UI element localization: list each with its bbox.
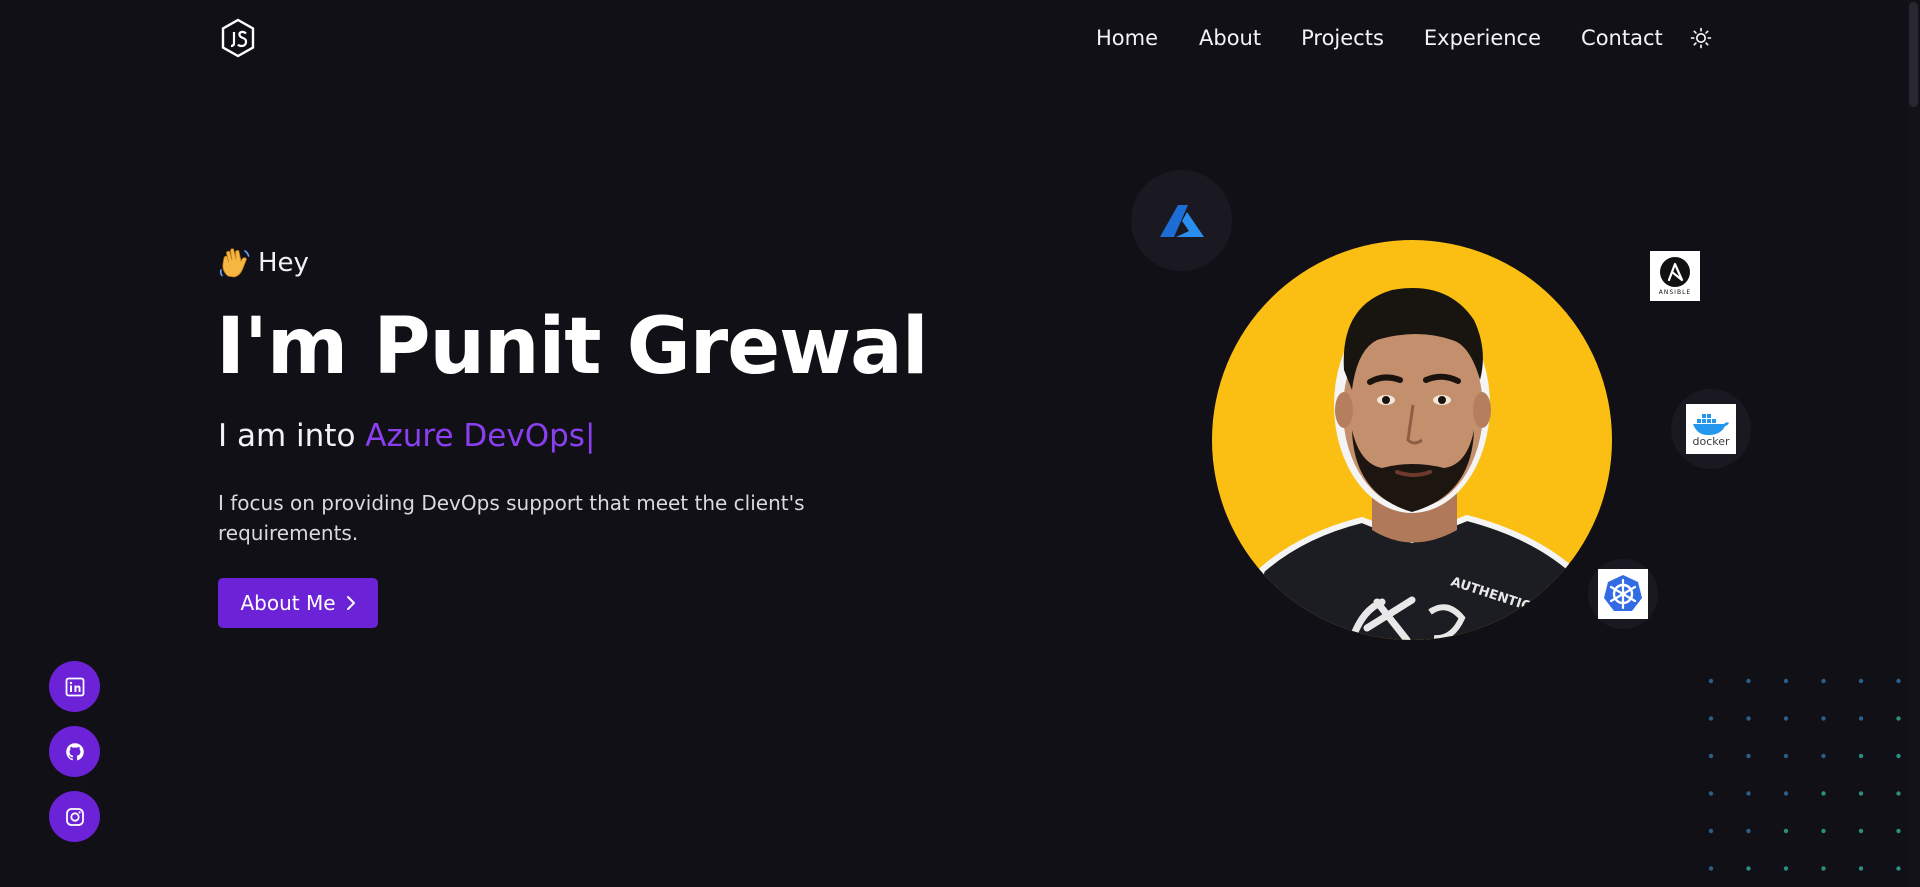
main-nav: Home About Projects Experience Contact (1096, 24, 1663, 52)
nav-home-link[interactable]: Home (1096, 24, 1158, 52)
js-hexagon-logo-icon[interactable] (220, 18, 256, 58)
nav-about-link[interactable]: About (1199, 24, 1261, 52)
greeting: Hey (218, 246, 309, 280)
about-me-button-label: About Me (240, 591, 336, 615)
docker-label: docker (1692, 434, 1730, 448)
ansible-icon (1660, 257, 1690, 287)
role-line: I am into Azure DevOps| (218, 418, 595, 454)
kubernetes-badge (1588, 559, 1658, 629)
azure-badge (1131, 170, 1232, 271)
nav-experience-link[interactable]: Experience (1424, 24, 1541, 52)
ansible-badge: ANSIBLE (1645, 246, 1705, 306)
nav-projects-link[interactable]: Projects (1301, 24, 1384, 52)
hero-description: I focus on providing DevOps support that… (218, 491, 805, 545)
ansible-label: ANSIBLE (1658, 289, 1692, 296)
kubernetes-icon (1604, 575, 1642, 611)
linkedin-button[interactable] (49, 661, 100, 712)
greeting-text: Hey (258, 248, 309, 278)
role-prefix: I am into (218, 418, 356, 454)
typing-cursor: | (584, 418, 596, 454)
waving-hand-icon (219, 248, 250, 278)
role-highlight: Azure DevOps (365, 418, 585, 454)
nav-contact-link[interactable]: Contact (1581, 24, 1663, 52)
scrollbar-thumb[interactable] (1909, 2, 1918, 107)
github-icon (65, 742, 84, 760)
azure-icon (1159, 204, 1204, 237)
chevron-right-icon (346, 596, 355, 610)
docker-icon (1693, 413, 1729, 435)
profile-portrait-illustration: AUTHENTIC SI (1239, 288, 1600, 640)
decorative-dot-grid (1708, 678, 1901, 871)
docker-badge: docker (1671, 389, 1751, 469)
profile-photo: AUTHENTIC SI (1212, 240, 1612, 640)
linkedin-icon (65, 677, 84, 696)
hero-name-heading: I'm Punit Grewal (216, 302, 929, 392)
instagram-icon (65, 807, 84, 826)
about-me-button[interactable]: About Me (218, 578, 378, 628)
site-header: Home About Projects Experience Contact (0, 0, 1920, 76)
github-button[interactable] (49, 726, 100, 777)
sun-icon[interactable] (1690, 27, 1712, 49)
instagram-button[interactable] (49, 791, 100, 842)
